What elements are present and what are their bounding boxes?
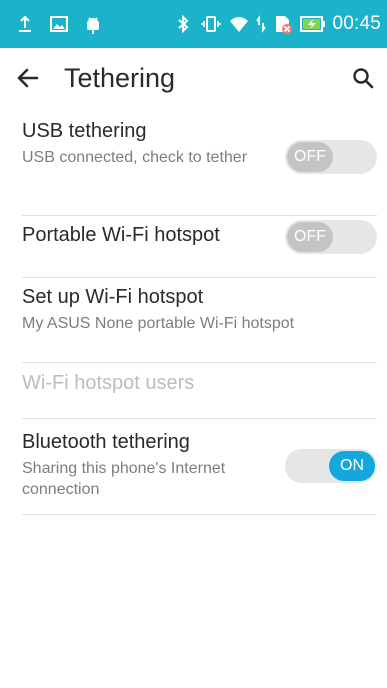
no-sim-icon — [272, 13, 294, 35]
arrow-back-icon — [17, 68, 39, 88]
wifi-hotspot-users-title: Wi-Fi hotspot users — [22, 372, 195, 394]
wifi-icon — [228, 13, 250, 35]
wifi-hotspot-users-item: Wi-Fi hotspot users — [0, 363, 387, 419]
bluetooth-icon — [172, 13, 194, 35]
bluetooth-tethering-toggle-knob: ON — [329, 451, 375, 481]
status-bar: 00:45 — [0, 0, 387, 48]
divider — [22, 514, 377, 515]
battery-charging-icon — [300, 13, 326, 35]
data-transfer-icon — [256, 13, 267, 35]
screenshot-icon — [48, 13, 70, 35]
usb-tethering-item[interactable]: USB tethering USB connected, check to te… — [0, 118, 387, 216]
bluetooth-tethering-title: Bluetooth tethering — [22, 431, 190, 453]
status-bar-notifications — [14, 12, 104, 36]
search-button[interactable] — [343, 58, 383, 98]
usb-debug-icon — [14, 13, 36, 35]
portable-wifi-hotspot-toggle[interactable]: OFF — [285, 220, 377, 254]
usb-tethering-toggle[interactable]: OFF — [285, 140, 377, 174]
usb-tethering-title: USB tethering — [22, 120, 147, 142]
portable-wifi-hotspot-toggle-knob: OFF — [287, 222, 333, 252]
search-icon — [353, 68, 374, 89]
toolbar: Tethering — [0, 48, 387, 104]
status-time: 00:45 — [332, 13, 381, 34]
android-debug-icon — [82, 13, 104, 35]
usb-tethering-toggle-knob: OFF — [287, 142, 333, 172]
usb-tethering-summary: USB connected, check to tether — [22, 149, 248, 166]
vibrate-icon — [200, 13, 222, 35]
portable-wifi-hotspot-item[interactable]: Portable Wi-Fi hotspot OFF — [0, 216, 387, 278]
bluetooth-tethering-item[interactable]: Bluetooth tethering Sharing this phone's… — [0, 419, 387, 515]
back-button[interactable] — [10, 60, 46, 96]
bluetooth-tethering-summary: Sharing this phone's Internet connection — [22, 460, 226, 498]
status-bar-system: 00:45 — [172, 12, 381, 36]
setup-wifi-hotspot-summary: My ASUS None portable Wi-Fi hotspot — [22, 315, 295, 332]
bluetooth-tethering-toggle[interactable]: ON — [285, 449, 377, 483]
page-title: Tethering — [64, 63, 176, 93]
setup-wifi-hotspot-title: Set up Wi-Fi hotspot — [22, 286, 204, 308]
setup-wifi-hotspot-item[interactable]: Set up Wi-Fi hotspot My ASUS None portab… — [0, 278, 387, 363]
